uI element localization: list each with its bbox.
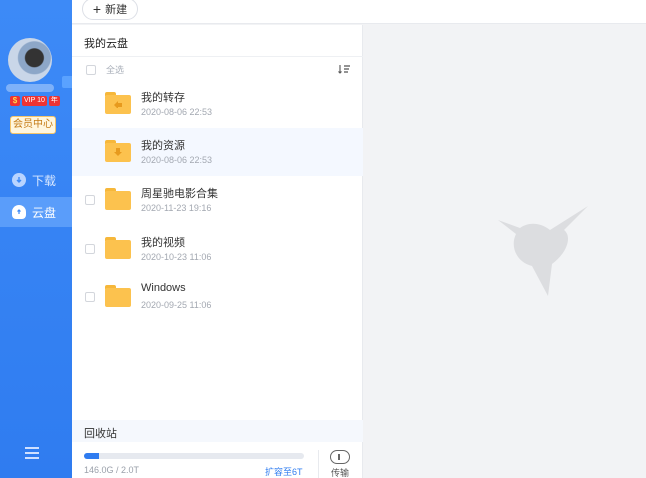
row-checkbox[interactable]: [85, 292, 95, 302]
folder-transfer-icon: [105, 92, 131, 114]
file-date: 2020-11-23 19:16: [141, 203, 212, 213]
file-panel: 我的云盘 全选 我的转存 2020-08-06 22:53 我的资源 2020-…: [72, 25, 363, 478]
hamburger-menu-icon[interactable]: [25, 447, 39, 459]
sidebar-item-download[interactable]: 下载: [0, 165, 72, 195]
select-all-label: 全选: [106, 65, 125, 75]
expand-storage-link[interactable]: 扩容至6T: [265, 465, 303, 478]
file-row[interactable]: Windows 2020-09-25 11:06: [72, 273, 363, 321]
folder-download-icon: [105, 140, 131, 162]
sort-icon[interactable]: [338, 63, 350, 74]
file-name: 我的资源: [141, 140, 185, 152]
select-all-checkbox[interactable]: [86, 64, 96, 75]
file-name: 我的视频: [141, 237, 185, 249]
username-blurred: [6, 84, 54, 92]
vip-level-badge: VIP 10: [22, 96, 47, 106]
new-button[interactable]: + 新建: [82, 0, 138, 20]
transfer-label: 传输: [330, 468, 349, 478]
row-checkbox[interactable]: [85, 244, 95, 254]
folder-icon: [105, 188, 131, 210]
sidebar-item-label: 下载: [32, 173, 57, 188]
storage-usage-text: 146.0G / 2.0T: [84, 465, 140, 475]
select-all[interactable]: 全选: [86, 63, 124, 76]
vip-year-badge: 年: [48, 96, 60, 106]
file-date: 2020-10-23 11:06: [141, 252, 212, 262]
download-icon: [12, 173, 26, 187]
storage-progress-bar: [84, 453, 304, 459]
recycle-bin[interactable]: 回收站: [72, 420, 363, 442]
recycle-bin-label: 回收站: [84, 428, 117, 440]
transfer-button[interactable]: 传输: [328, 450, 352, 478]
divider: [318, 450, 319, 478]
avatar[interactable]: [8, 38, 52, 82]
file-date: 2020-08-06 22:53: [141, 155, 213, 165]
sidebar-item-cloud[interactable]: 云盘: [0, 197, 72, 227]
file-row[interactable]: 我的资源 2020-08-06 22:53: [72, 128, 363, 176]
plus-icon: +: [92, 1, 102, 17]
transfer-cloud-icon: [330, 450, 350, 464]
storage-progress-fill: [84, 453, 100, 459]
toolbar: + 新建: [72, 0, 646, 24]
file-name: Windows: [141, 282, 186, 294]
file-row[interactable]: 周星驰电影合集 2020-11-23 19:16: [72, 176, 363, 224]
file-name: 周星驰电影合集: [141, 188, 218, 200]
file-date: 2020-08-06 22:53: [141, 107, 213, 117]
hummingbird-logo-icon: [498, 206, 588, 296]
new-button-label: 新建: [105, 4, 128, 16]
file-row[interactable]: 我的视频 2020-10-23 11:06: [72, 225, 363, 273]
vip-row: $ VIP 10 年: [10, 96, 60, 106]
vip-coin-icon: $: [10, 96, 20, 106]
file-date: 2020-09-25 11:06: [141, 300, 212, 310]
sidebar-item-label: 云盘: [32, 205, 57, 220]
sidebar: $ VIP 10 年 会员中心 下载 云盘: [0, 0, 74, 478]
divider: [72, 56, 363, 57]
row-checkbox[interactable]: [85, 195, 95, 205]
panel-title: 我的云盘: [84, 38, 128, 50]
file-row[interactable]: 我的转存 2020-08-06 22:53: [72, 80, 363, 128]
folder-icon: [105, 237, 131, 259]
folder-icon: [105, 285, 131, 307]
file-name: 我的转存: [141, 92, 185, 104]
member-center-button[interactable]: 会员中心: [10, 116, 56, 134]
cloud-icon: [12, 205, 26, 219]
